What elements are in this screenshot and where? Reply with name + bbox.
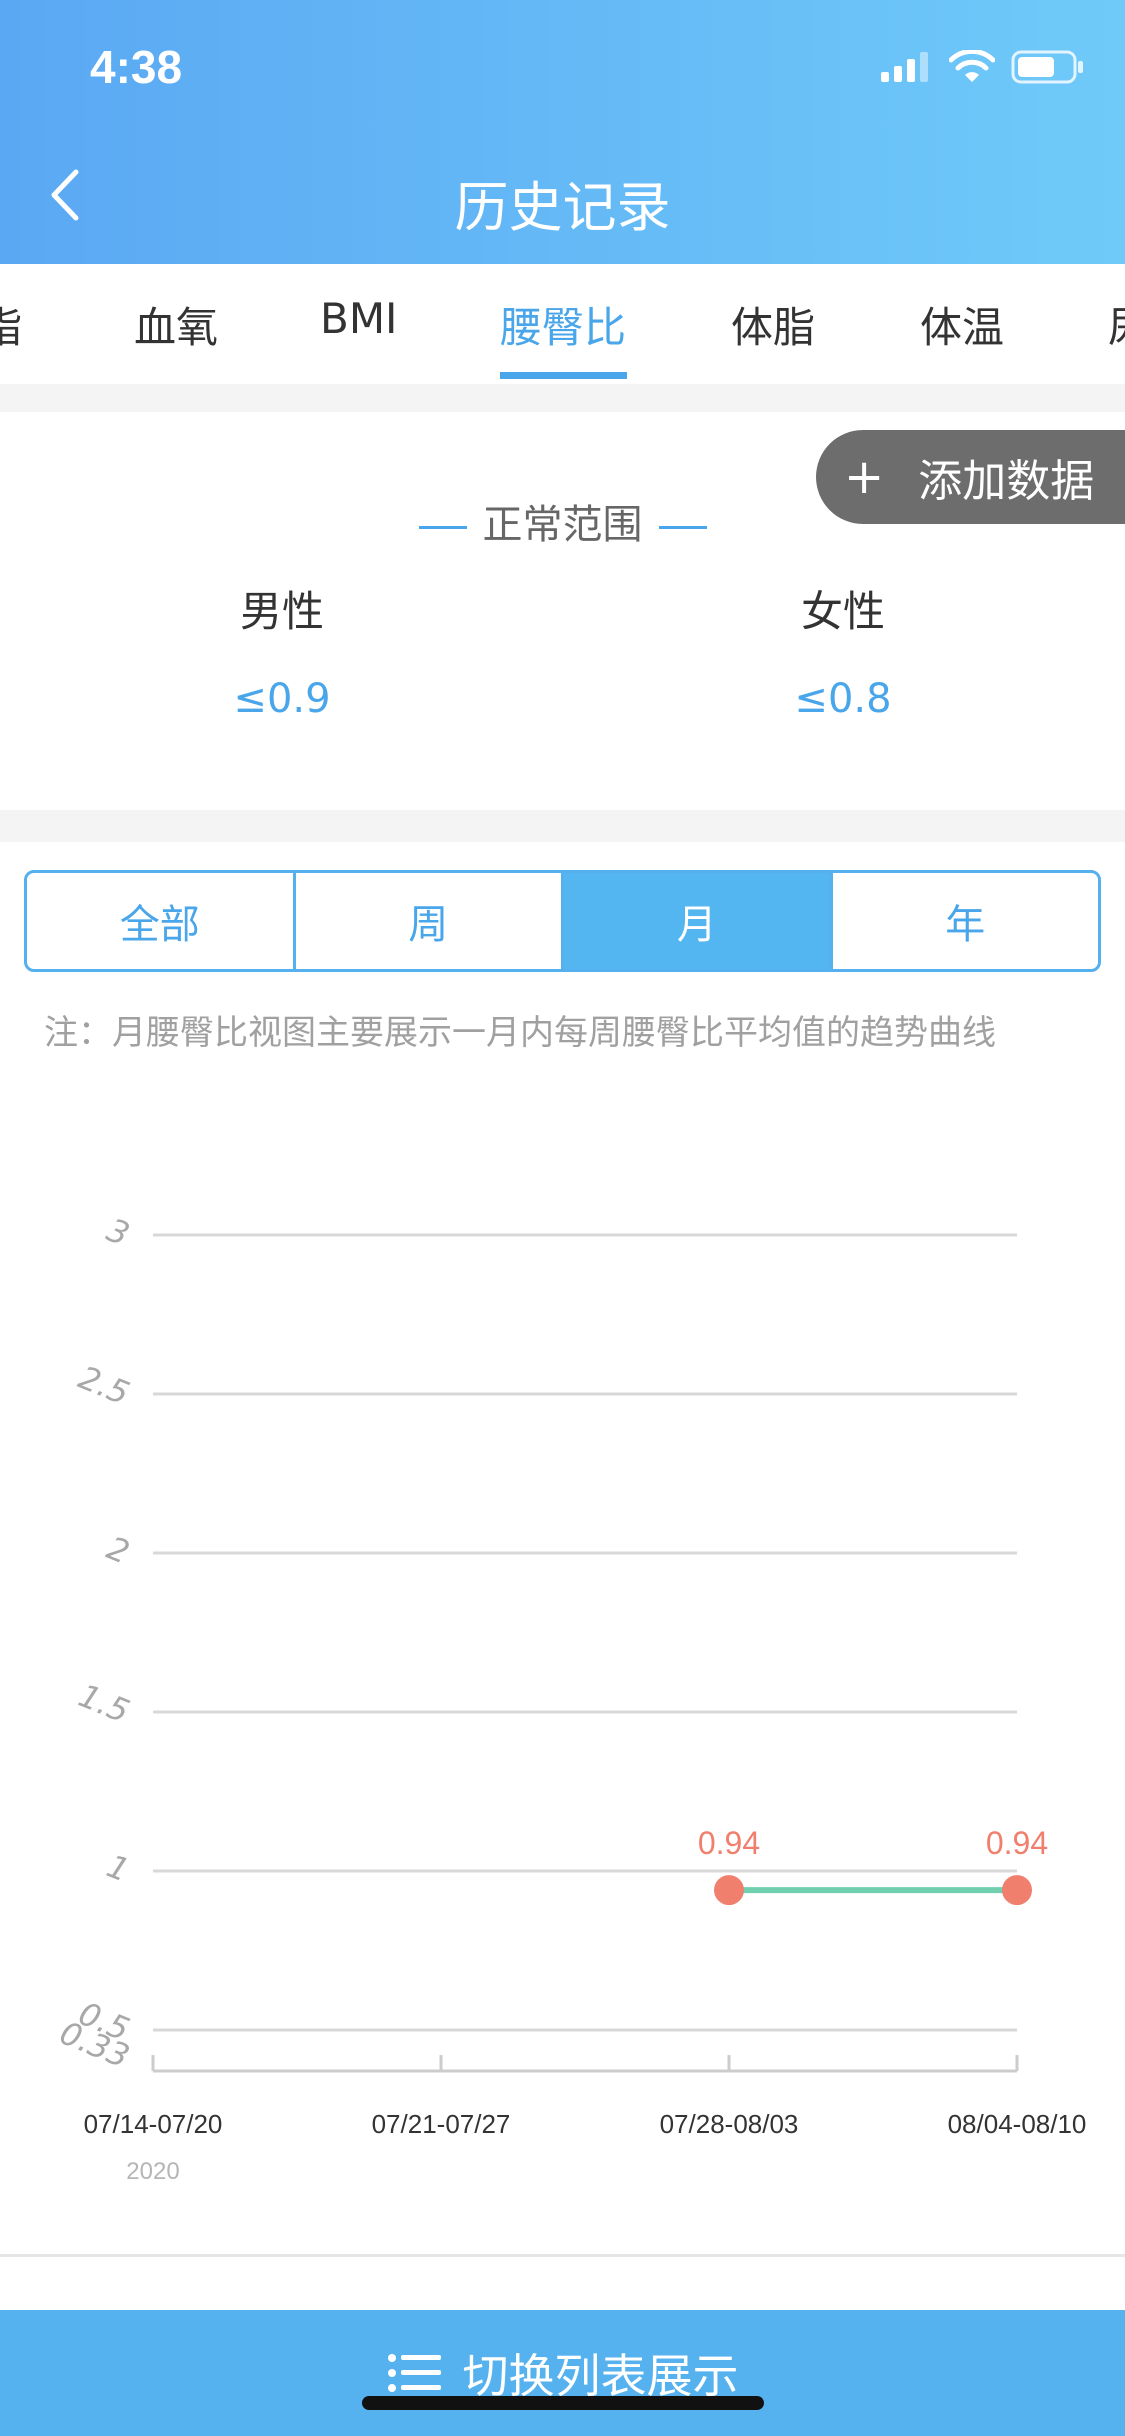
x-year-label: 2020 xyxy=(126,2158,179,2185)
switch-list-view-button[interactable]: 切换列表展示 xyxy=(0,2310,1125,2436)
title-left-line xyxy=(418,525,467,529)
plus-icon: + xyxy=(844,449,885,505)
tab-body-fat-partial[interactable]: 脂 xyxy=(0,294,22,355)
y-tick-label: 1 xyxy=(102,1847,135,1890)
waist-hip-ratio-chart: 32.521.510.50.3307/14-07/20 07/21-07/27 07… xyxy=(54,1211,1087,2185)
tab-body-temperature[interactable]: 体温 xyxy=(920,294,1004,355)
active-tab-indicator xyxy=(500,372,627,379)
chart-note: 注：月腰臀比视图主要展示一月内每周腰臀比平均值的趋势曲线 xyxy=(44,1013,996,1053)
normal-range-title-text: 正常范围 xyxy=(482,502,643,548)
segment-month[interactable]: 月 xyxy=(564,873,833,969)
y-tick-label: 1.5 xyxy=(73,1676,134,1730)
female-label: 女性 xyxy=(800,587,885,636)
wifi-icon xyxy=(949,50,995,82)
add-data-label: 添加数据 xyxy=(918,456,1095,507)
status-icons xyxy=(881,50,1085,84)
section-divider-2 xyxy=(0,810,1125,842)
status-time: 4:38 xyxy=(90,41,183,93)
list-icon xyxy=(387,2354,441,2392)
data-point xyxy=(714,1875,744,1906)
tab-blood-oxygen[interactable]: 血氧 xyxy=(134,294,218,355)
data-label: 0.94 xyxy=(698,1825,760,1861)
add-data-button[interactable]: + 添加数据 xyxy=(816,430,1125,524)
battery-icon xyxy=(1011,50,1083,84)
x-tick-label: 07/21-07/27 xyxy=(372,2109,511,2139)
tab-urine-partial[interactable]: 尿 xyxy=(1108,294,1125,355)
period-segmented-control: 全部 周 月 年 xyxy=(24,870,1101,972)
x-tick-label: 07/28-08/03 xyxy=(660,2109,799,2139)
segment-week[interactable]: 周 xyxy=(296,873,564,969)
segment-year[interactable]: 年 xyxy=(833,873,1099,969)
data-point xyxy=(1002,1875,1032,1906)
category-tabs: 脂 血氧 BMI 腰臀比 体脂 体温 尿 xyxy=(0,264,1125,384)
segment-all[interactable]: 全部 xyxy=(27,873,296,969)
y-tick-label: 3 xyxy=(102,1211,135,1254)
data-label: 0.94 xyxy=(986,1825,1048,1861)
tab-waist-hip-ratio[interactable]: 腰臀比 xyxy=(500,294,626,355)
home-indicator xyxy=(362,2396,764,2410)
page-title: 历史记录 xyxy=(454,176,671,239)
bottom-divider xyxy=(0,2254,1125,2257)
y-tick-label: 2.5 xyxy=(73,1358,134,1412)
male-range-value: ≤0.9 xyxy=(233,676,331,722)
signal-icon xyxy=(881,52,928,82)
male-label: 男性 xyxy=(239,587,324,636)
x-tick-label: 07/14-07/20 xyxy=(84,2109,223,2139)
female-range-value: ≤0.8 xyxy=(794,676,892,722)
tab-body-fat[interactable]: 体脂 xyxy=(731,294,815,355)
tab-bmi[interactable]: BMI xyxy=(320,294,397,343)
y-tick-label: 2 xyxy=(102,1529,135,1572)
title-right-line xyxy=(658,525,707,529)
header-bar: 4:38 历史记录 xyxy=(0,0,1125,264)
x-tick-label: 08/04-08/10 xyxy=(948,2109,1087,2139)
section-divider xyxy=(0,384,1125,412)
